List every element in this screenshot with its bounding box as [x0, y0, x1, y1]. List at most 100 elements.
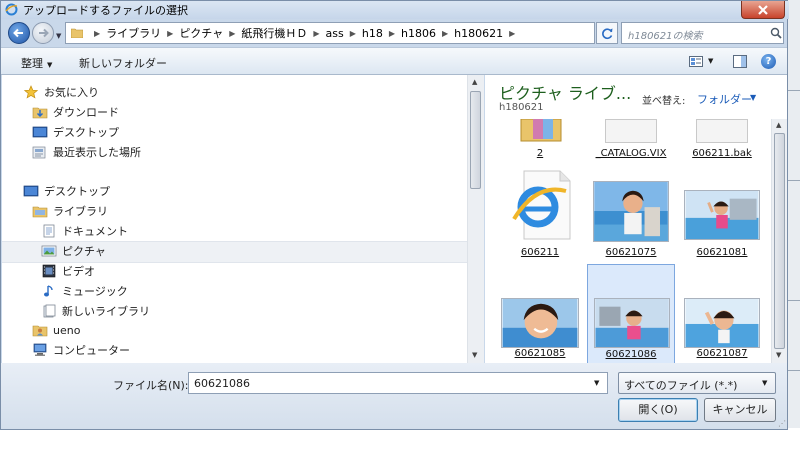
chevron-right-icon[interactable]: ▶ — [389, 29, 395, 38]
back-button[interactable] — [8, 22, 30, 44]
file-item[interactable]: 606211 — [497, 169, 583, 265]
file-type-value: すべてのファイル (*.*) — [624, 379, 738, 392]
tree-item-libraries[interactable]: ライブラリ — [32, 202, 108, 220]
organize-label: 整理 — [21, 57, 43, 70]
change-view-icon[interactable] — [689, 56, 703, 67]
scroll-down-arrow[interactable]: ▼ — [776, 351, 781, 359]
chevron-right-icon[interactable]: ▶ — [167, 29, 173, 38]
recent-pages-dropdown[interactable]: ▼ — [56, 32, 61, 40]
search-placeholder: h180621の検索 — [628, 31, 703, 42]
arrow-right-icon — [39, 28, 49, 38]
preview-pane-icon[interactable] — [733, 55, 747, 68]
filename-input[interactable]: 60621086 ▼ — [188, 372, 608, 394]
folder-icon — [71, 28, 83, 38]
forward-button[interactable] — [32, 22, 54, 44]
chevron-down-icon: ▼ — [762, 379, 768, 387]
navigation-bar: ▼ ▶ ライブラリ ▶ ピクチャ ▶ 紙飛行機ＨＤ ▶ ass ▶ h18 ▶ … — [1, 19, 789, 47]
command-bar: 整理 ▼ 新しいフォルダー ▼ ? — [1, 47, 787, 75]
file-item[interactable]: _CATALOG.VIX — [588, 119, 674, 161]
chevron-right-icon[interactable]: ▶ — [350, 29, 356, 38]
file-name: 60621087 — [696, 348, 748, 359]
new-library-icon — [43, 304, 56, 318]
chevron-down-icon[interactable]: ▼ — [594, 379, 599, 387]
search-icon[interactable] — [770, 27, 782, 39]
music-icon — [44, 285, 53, 297]
file-item[interactable]: 606211.bak — [679, 119, 765, 161]
search-box[interactable]: h180621の検索 — [621, 22, 784, 44]
photo-thumbnail — [501, 298, 579, 348]
file-item[interactable]: 60621081 — [679, 169, 765, 265]
chevron-right-icon[interactable]: ▶ — [313, 29, 319, 38]
tree-item-recent-places[interactable]: 最近表示した場所 — [32, 143, 141, 161]
tree-item-new-library[interactable]: 新しいライブラリ — [41, 302, 150, 320]
refresh-button[interactable] — [596, 22, 618, 44]
tree-item-label: ピクチャ — [62, 245, 106, 258]
filename-label: ファイル名(N): — [113, 379, 189, 392]
chevron-right-icon[interactable]: ▶ — [442, 29, 448, 38]
new-folder-button[interactable]: 新しいフォルダー — [79, 55, 167, 71]
video-icon — [42, 264, 56, 278]
scroll-thumb[interactable] — [470, 91, 481, 189]
help-icon[interactable]: ? — [761, 54, 776, 69]
breadcrumb-libraries[interactable]: ライブラリ — [106, 25, 161, 41]
file-item[interactable]: 60621087 — [679, 269, 765, 363]
title-bar: アップロードするファイルの選択 — [1, 1, 789, 19]
resize-grip-icon[interactable]: ⋰ — [778, 419, 786, 428]
tree-item-music[interactable]: ミュージック — [41, 282, 128, 300]
background-area — [0, 428, 800, 449]
scroll-thumb[interactable] — [774, 133, 785, 349]
scroll-up-arrow[interactable]: ▲ — [472, 78, 477, 86]
chevron-down-icon[interactable]: ▼ — [750, 93, 756, 102]
refresh-icon — [602, 28, 613, 40]
file-name: 606211 — [520, 247, 560, 258]
pictures-icon — [41, 245, 57, 257]
breadcrumb-h180621[interactable]: h180621 — [454, 27, 503, 40]
tree-item-documents[interactable]: ドキュメント — [41, 222, 128, 240]
chevron-right-icon: ▶ — [94, 28, 101, 38]
arrange-by-dropdown[interactable]: フォルダー — [697, 91, 752, 107]
file-item[interactable]: 60621075 — [588, 169, 674, 265]
close-button[interactable] — [741, 1, 785, 19]
tree-item-pictures[interactable]: ピクチャ — [41, 242, 106, 260]
file-name: _CATALOG.VIX — [595, 148, 667, 159]
tree-item-favorites[interactable]: お気に入り — [23, 83, 99, 101]
background-window-edge — [788, 0, 800, 449]
file-name: 60621085 — [514, 348, 566, 359]
breadcrumb-kamihikoki[interactable]: 紙飛行機ＨＤ — [241, 25, 307, 41]
tree-item-label: お気に入り — [44, 86, 99, 99]
navigation-pane-scrollbar[interactable]: ▲ ▼ — [467, 75, 484, 363]
breadcrumb-h1806[interactable]: h1806 — [401, 27, 436, 40]
file-item[interactable]: 60621085 — [497, 269, 583, 363]
tree-item-user-ueno[interactable]: ueno — [32, 321, 80, 339]
file-item[interactable]: 2 — [497, 119, 583, 161]
breadcrumb-ass[interactable]: ass — [326, 27, 344, 40]
scroll-down-arrow[interactable]: ▼ — [472, 351, 477, 359]
cancel-button[interactable]: キャンセル — [704, 398, 776, 422]
tree-item-desktop[interactable]: デスクトップ — [23, 182, 110, 200]
file-name: 2 — [536, 148, 544, 159]
open-button[interactable]: 開く(O) — [618, 398, 698, 422]
breadcrumb-pictures[interactable]: ピクチャ — [179, 25, 223, 41]
scroll-up-arrow[interactable]: ▲ — [776, 121, 781, 129]
file-list-scrollbar[interactable]: ▲ ▼ — [771, 119, 787, 363]
desktop-icon — [32, 126, 48, 138]
tree-item-computer[interactable]: コンピューター — [32, 341, 130, 359]
file-name: 606211.bak — [692, 148, 752, 159]
dialog-footer: ファイル名(N): 60621086 ▼ すべてのファイル (*.*) ▼ 開く… — [1, 363, 787, 429]
organize-button[interactable]: 整理 ▼ — [21, 55, 52, 71]
tree-item-desktop-fav[interactable]: デスクトップ — [32, 123, 119, 141]
user-folder-icon — [32, 325, 48, 337]
tree-item-downloads[interactable]: ダウンロード — [32, 103, 119, 121]
address-bar[interactable]: ▶ ライブラリ ▶ ピクチャ ▶ 紙飛行機ＨＤ ▶ ass ▶ h18 ▶ h1… — [65, 22, 648, 44]
library-icon — [32, 206, 48, 218]
chevron-right-icon[interactable]: ▶ — [229, 29, 235, 38]
file-icon — [605, 119, 657, 143]
file-item-selected[interactable]: 60621086 — [587, 264, 675, 363]
tree-item-label: デスクトップ — [53, 126, 119, 139]
file-type-select[interactable]: すべてのファイル (*.*) ▼ — [618, 372, 776, 394]
breadcrumb-h18[interactable]: h18 — [362, 27, 383, 40]
file-grid: 2 _CATALOG.VIX 606211.bak 606211 6062107… — [485, 119, 787, 363]
tree-item-videos[interactable]: ビデオ — [41, 262, 95, 280]
chevron-right-icon[interactable]: ▶ — [509, 29, 515, 38]
view-options-dropdown[interactable]: ▼ — [708, 57, 713, 65]
